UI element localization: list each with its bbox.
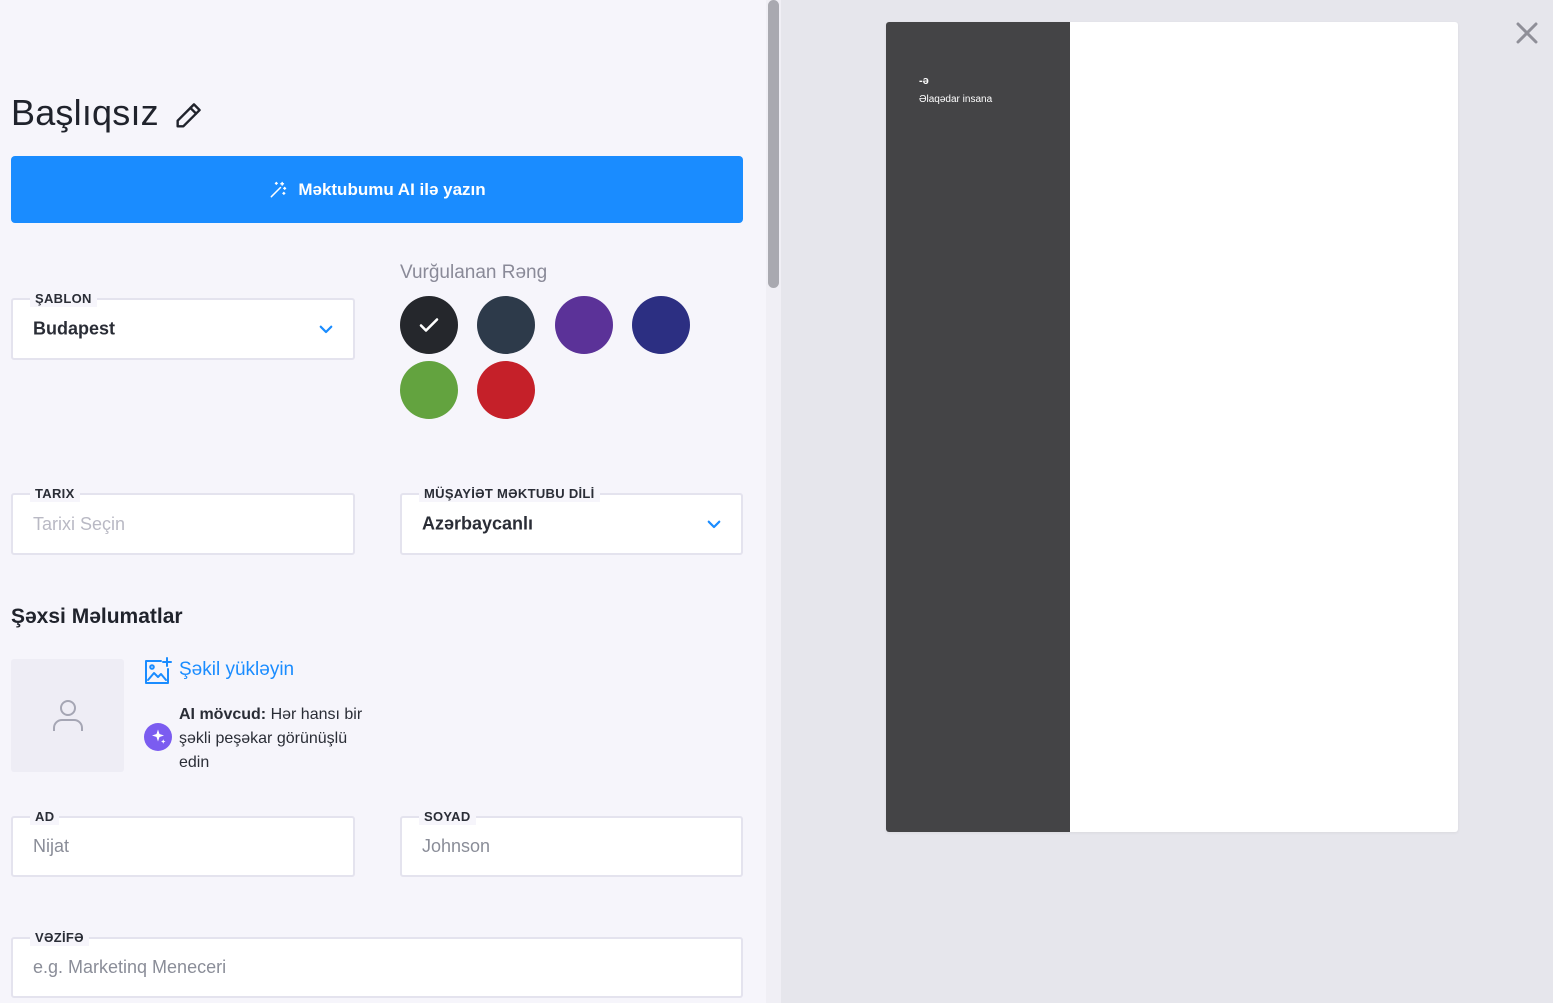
color-swatch-slate[interactable]	[477, 296, 535, 354]
ai-photo-note: AI mövcud: Hər hansı bir şəkli peşəkar g…	[179, 703, 369, 775]
checkmark-icon	[419, 318, 439, 332]
user-icon	[52, 699, 83, 731]
template-value: Budapest	[33, 318, 116, 339]
add-image-icon[interactable]	[143, 656, 173, 686]
language-label: MÜŞAYİƏT MƏKTUBU DİLİ	[419, 486, 600, 502]
pencil-icon[interactable]	[172, 98, 206, 132]
editor-panel: Başlıqsız Məktubumu AI ilə yazın ŞABLON …	[0, 0, 781, 1003]
ai-write-button-label: Məktubumu AI ilə yazın	[298, 179, 486, 199]
job-title-field[interactable]: VƏZİFƏ	[11, 930, 743, 998]
photo-placeholder[interactable]	[11, 659, 124, 772]
template-label: ŞABLON	[30, 291, 97, 307]
letter-initial: -ə	[919, 75, 929, 87]
upload-photo-link[interactable]: Şəkil yükləyin	[179, 659, 294, 681]
date-input[interactable]	[33, 495, 341, 553]
language-select[interactable]: MÜŞAYİƏT MƏKTUBU DİLİ Azərbaycanlı	[400, 486, 743, 555]
color-swatch-purple[interactable]	[555, 296, 613, 354]
ai-note-bold: AI mövcud:	[179, 706, 267, 723]
template-select[interactable]: ŞABLON Budapest	[11, 291, 355, 360]
accent-color-label: Vurğulanan Rəng	[400, 262, 548, 283]
color-swatch-navy[interactable]	[632, 296, 690, 354]
letter-preview-page: -ə Əlaqədar insana	[886, 22, 1458, 832]
document-title[interactable]: Başlıqsız	[11, 92, 159, 134]
language-value: Azərbaycanlı	[422, 513, 534, 534]
chevron-down-icon	[319, 325, 333, 334]
personal-info-heading: Şəxsi Məlumatlar	[11, 605, 183, 628]
letter-recipient: Əlaqədar insana	[919, 94, 993, 105]
color-swatch-red[interactable]	[477, 361, 535, 419]
magic-wand-icon	[270, 181, 287, 197]
close-icon[interactable]	[1512, 18, 1542, 48]
color-swatch-green[interactable]	[400, 361, 458, 419]
last-name-input[interactable]	[422, 818, 729, 875]
ai-sparkle-icon	[144, 723, 172, 751]
first-name-input[interactable]	[33, 818, 341, 875]
chevron-down-icon	[707, 520, 721, 529]
date-field[interactable]: TARIX	[11, 486, 355, 555]
color-swatch-charcoal[interactable]	[400, 296, 458, 354]
letter-sidebar	[886, 22, 1070, 832]
ai-write-button[interactable]: Məktubumu AI ilə yazın	[11, 156, 743, 223]
last-name-field[interactable]: SOYAD	[400, 809, 743, 877]
first-name-field[interactable]: AD	[11, 809, 355, 877]
scrollbar-thumb[interactable]	[768, 0, 779, 288]
job-title-input[interactable]	[33, 939, 729, 996]
